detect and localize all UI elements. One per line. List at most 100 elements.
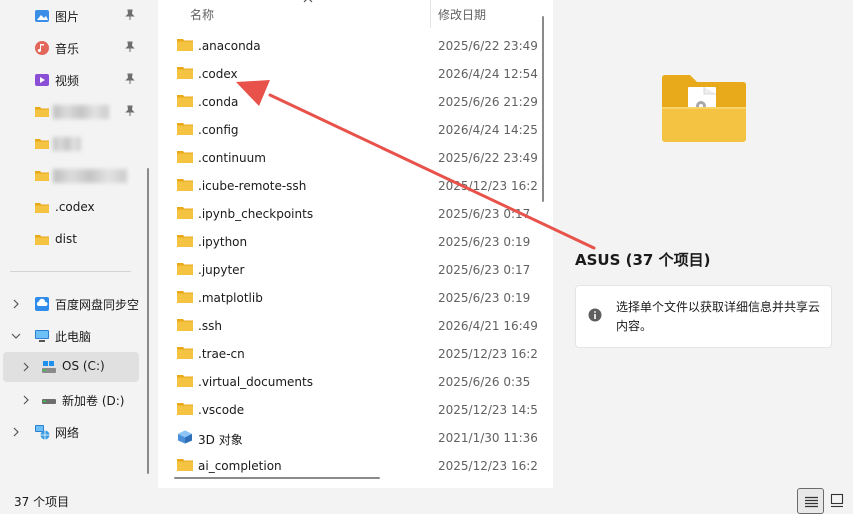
- file-row[interactable]: .ssh 2026/4/21 16:49: [174, 312, 538, 338]
- this-pc-icon: [35, 330, 49, 342]
- nav-item-os-c[interactable]: OS (C:): [3, 352, 139, 382]
- nav-item-pictures[interactable]: 图片: [0, 1, 142, 31]
- file-date: 2025/6/22 23:49: [438, 151, 538, 165]
- file-row[interactable]: .conda 2025/6/26 21:29: [174, 88, 538, 114]
- info-card: 选择单个文件以获取详细信息并共享云内容。: [575, 285, 832, 348]
- file-row[interactable]: .config 2026/4/24 14:25: [174, 116, 538, 142]
- chevron-right-icon[interactable]: [10, 298, 22, 310]
- horizontal-scrollbar[interactable]: [174, 477, 380, 479]
- folder-icon: [177, 179, 193, 191]
- file-row[interactable]: .vscode 2025/12/23 14:54: [174, 396, 538, 422]
- redacted-label: [53, 105, 109, 119]
- redacted-label: [53, 137, 81, 151]
- file-name: .ssh: [198, 319, 222, 333]
- file-row[interactable]: .icube-remote-ssh 2025/12/23 16:25: [174, 172, 538, 198]
- sort-ascending-icon: [303, 0, 313, 3]
- folder-icon: [177, 319, 193, 331]
- file-date: 2025/6/26 21:29: [438, 95, 538, 109]
- file-date: 2025/12/23 16:25: [438, 179, 538, 193]
- file-name: .codex: [198, 67, 238, 81]
- file-date: 2025/6/23 0:17: [438, 263, 531, 277]
- nav-item-dist[interactable]: dist: [0, 225, 142, 255]
- file-name: .anaconda: [198, 39, 261, 53]
- nav-item-network[interactable]: 网络: [0, 417, 142, 447]
- nav-item-baidu[interactable]: 百度网盘同步空: [0, 289, 142, 319]
- redacted-label: [53, 169, 127, 183]
- folder-icon: [35, 107, 49, 117]
- file-row[interactable]: .ipython 2025/6/23 0:19: [174, 228, 534, 254]
- drive-c-icon: [42, 361, 56, 373]
- file-date: 2025/6/23 0:17: [438, 207, 531, 221]
- folder-icon: [177, 123, 193, 135]
- 3d-objects-icon: [178, 430, 192, 444]
- column-header-date[interactable]: 修改日期: [438, 6, 486, 23]
- nav-item-label: OS (C:): [62, 359, 105, 373]
- nav-item-label: .codex: [55, 200, 95, 214]
- file-name: .config: [198, 123, 239, 137]
- pin-icon[interactable]: [124, 41, 136, 53]
- folder-icon: [177, 207, 193, 219]
- folder-icon: [177, 375, 193, 387]
- file-date: 2025/6/22 23:49: [438, 39, 538, 53]
- folder-icon: [177, 291, 193, 303]
- info-message: 选择单个文件以获取详细信息并共享云内容。: [616, 300, 821, 333]
- item-count: 37 个项目: [14, 495, 70, 509]
- nav-item-videos[interactable]: 视频: [0, 65, 142, 95]
- nav-item-hidden-1[interactable]: [0, 97, 142, 127]
- pin-icon[interactable]: [124, 73, 136, 85]
- file-row[interactable]: .ipynb_checkpoints 2025/6/23 0:17: [174, 200, 534, 226]
- file-row[interactable]: ai_completion 2025/12/23 16:25: [174, 452, 538, 478]
- file-row[interactable]: .virtual_documents 2025/6/26 0:35: [174, 368, 534, 394]
- file-name: .continuum: [198, 151, 266, 165]
- nav-item-hidden-3[interactable]: [0, 161, 142, 191]
- nav-item-drive-d[interactable]: 新加卷 (D:): [0, 385, 142, 415]
- column-header-name[interactable]: 名称: [190, 6, 214, 23]
- baidu-cloud-icon: [35, 297, 49, 311]
- file-row[interactable]: .matplotlib 2025/6/23 0:19: [174, 284, 534, 310]
- chevron-right-icon[interactable]: [20, 361, 32, 373]
- file-row[interactable]: .continuum 2025/6/22 23:49: [174, 144, 538, 170]
- folder-icon: [177, 151, 193, 163]
- nav-item-hidden-2[interactable]: [0, 129, 142, 159]
- file-row[interactable]: .codex 2026/4/24 12:54: [174, 60, 538, 86]
- nav-scrollbar[interactable]: [147, 168, 149, 474]
- file-date: 2025/12/23 16:25: [438, 459, 538, 473]
- pin-icon[interactable]: [124, 9, 136, 21]
- file-row[interactable]: .jupyter 2025/6/23 0:17: [174, 256, 534, 282]
- file-row[interactable]: .anaconda 2025/6/22 23:49: [174, 32, 538, 58]
- nav-item-label: dist: [55, 232, 77, 246]
- vertical-scrollbar[interactable]: [542, 16, 544, 202]
- chevron-right-icon[interactable]: [10, 426, 22, 438]
- pin-icon[interactable]: [124, 105, 136, 117]
- file-name: .ipython: [198, 235, 248, 249]
- nav-item-label: 视频: [55, 74, 80, 88]
- chevron-down-icon[interactable]: [10, 330, 22, 342]
- details-view-button[interactable]: [797, 488, 824, 514]
- file-date: 2025/6/26 0:35: [438, 375, 531, 389]
- file-name: .jupyter: [198, 263, 245, 277]
- nav-item-this-pc[interactable]: 此电脑: [0, 321, 142, 351]
- file-row[interactable]: 3D 对象 2021/1/30 11:36: [174, 424, 538, 450]
- details-title: ASUS (37 个项目): [575, 251, 711, 269]
- large-icons-view-button[interactable]: [828, 490, 846, 510]
- network-icon: [35, 425, 50, 440]
- nav-divider: [10, 271, 131, 272]
- folder-icon: [177, 459, 193, 471]
- folder-icon: [177, 95, 193, 107]
- file-date: 2025/12/23 16:24: [438, 347, 538, 361]
- folder-icon: [35, 203, 49, 213]
- chevron-right-icon[interactable]: [20, 394, 32, 406]
- navigation-pane: 图片 音乐 视频 .codex dist 百度网盘同步空 此电脑 OS (C:)…: [0, 0, 150, 488]
- nav-item-music[interactable]: 音乐: [0, 33, 142, 63]
- folder-icon: [177, 39, 193, 51]
- details-view-icon: [805, 496, 818, 508]
- folder-icon: [177, 403, 193, 415]
- folder-icon: [35, 235, 49, 245]
- file-name: .vscode: [198, 403, 245, 417]
- nav-item-codex[interactable]: .codex: [0, 193, 142, 223]
- file-name: ai_completion: [198, 459, 282, 473]
- large-folder-icon: [662, 75, 746, 142]
- file-row[interactable]: .trae-cn 2025/12/23 16:24: [174, 340, 538, 366]
- column-separator[interactable]: [430, 0, 431, 28]
- file-name: .conda: [198, 95, 239, 109]
